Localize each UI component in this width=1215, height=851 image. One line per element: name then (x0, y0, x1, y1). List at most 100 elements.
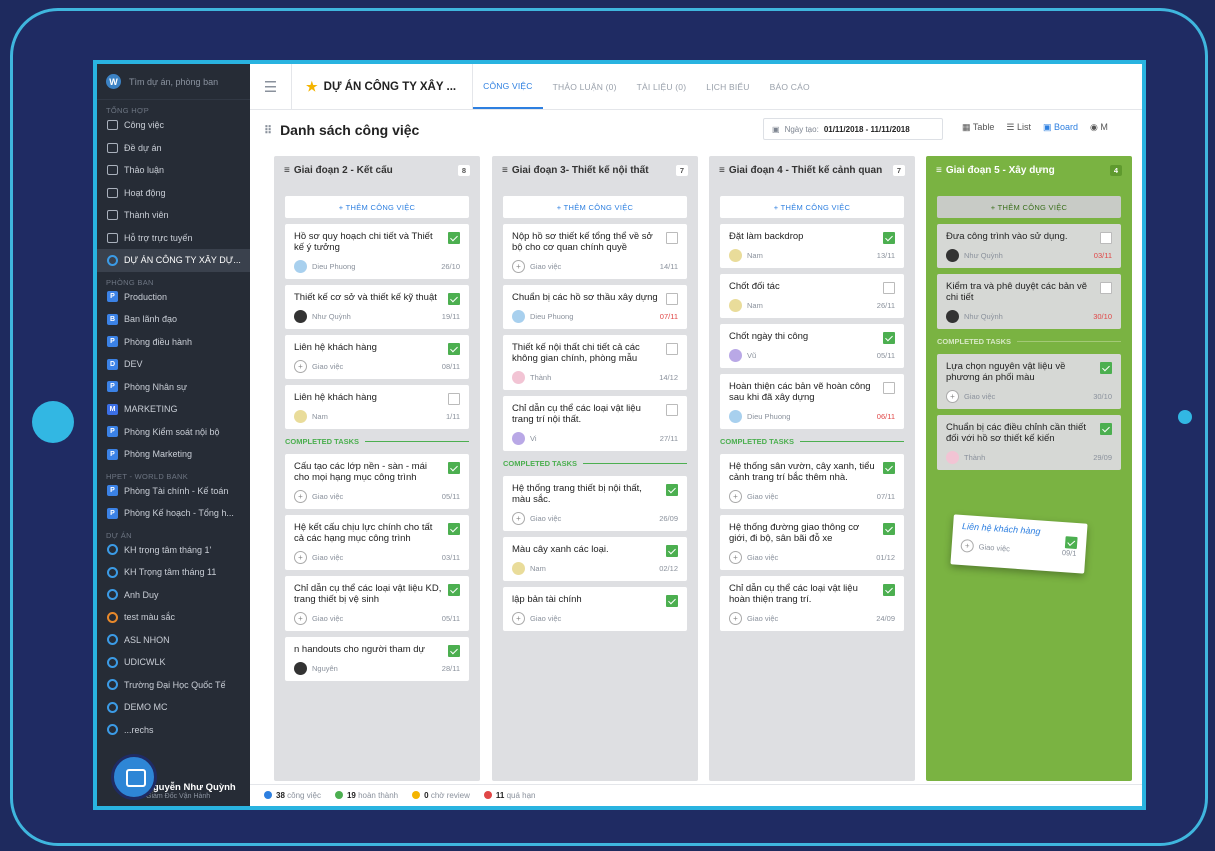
sidebar-item[interactable]: DỰ ÁN CÔNG TY XÂY DỰ... (97, 249, 250, 272)
task-card[interactable]: Hệ kết cấu chịu lực chính cho tất cả các… (285, 515, 469, 570)
assign-icon[interactable]: + (946, 390, 959, 403)
task-checkbox[interactable] (1100, 282, 1112, 294)
assign-icon[interactable]: + (512, 512, 525, 525)
task-checkbox[interactable] (448, 343, 460, 355)
assign-icon[interactable]: + (294, 360, 307, 373)
star-icon[interactable]: ★ (306, 79, 318, 95)
tab-tasks[interactable]: CÔNG VIỆC (473, 64, 543, 109)
task-checkbox[interactable] (883, 584, 895, 596)
sidebar-search[interactable]: W Tìm dự án, phòng ban (97, 64, 250, 100)
sidebar-item[interactable]: Công việc (97, 114, 250, 137)
task-checkbox[interactable] (666, 293, 678, 305)
sidebar-item[interactable]: Hoạt động (97, 182, 250, 205)
assign-icon[interactable]: + (512, 612, 525, 625)
task-card[interactable]: Chuẩn bị các điều chỉnh cần thiết đối vớ… (937, 415, 1121, 470)
task-card[interactable]: Chuẩn bị các hồ sơ thầu xây dựng Dieu Phu… (503, 285, 687, 329)
assign-icon[interactable]: + (294, 551, 307, 564)
assign-icon[interactable]: + (729, 612, 742, 625)
task-card[interactable]: Hồ sơ quy hoạch chi tiết và Thiết kế ý t… (285, 224, 469, 279)
sidebar-item[interactable]: P Production (97, 286, 250, 309)
task-checkbox[interactable] (1064, 536, 1078, 550)
dragging-card[interactable]: Liên hệ khách hàng + Giao việc 09/1 (950, 514, 1088, 574)
sidebar-item[interactable]: Anh Duy (97, 584, 250, 607)
task-checkbox[interactable] (448, 393, 460, 405)
task-card[interactable]: Kiểm tra và phê duyệt các bản vẽ chi tiế… (937, 274, 1121, 329)
sidebar-item[interactable]: Thành viên (97, 204, 250, 227)
sidebar-item[interactable]: DEMO MC (97, 696, 250, 719)
task-checkbox[interactable] (1100, 423, 1112, 435)
task-checkbox[interactable] (666, 595, 678, 607)
sidebar-item[interactable]: M MARKETING (97, 398, 250, 421)
task-card[interactable]: Chỉ dẫn cụ thể các loại vật liệu KD, tra… (285, 576, 469, 631)
task-checkbox[interactable] (1100, 362, 1112, 374)
sidebar-item[interactable]: KH Trọng tâm tháng 11 (97, 561, 250, 584)
task-card[interactable]: Chỉ dẫn cụ thể các loại vật liệu hoàn th… (720, 576, 904, 631)
sidebar-item[interactable]: P Phòng Nhân sự (97, 376, 250, 399)
tab-schedule[interactable]: LỊCH BIỂU (696, 64, 759, 109)
task-card[interactable]: Hệ thống trang thiết bị nội thất, màu sắ… (503, 476, 687, 531)
view-board[interactable]: ▣ Board (1043, 122, 1078, 133)
task-checkbox[interactable] (1100, 232, 1112, 244)
task-card[interactable]: Chỉ dẫn cụ thể các loại vật liệu trang t… (503, 396, 687, 451)
add-task-button[interactable]: + THÊM CÔNG VIỆC (937, 196, 1121, 218)
task-card[interactable]: Chốt đối tác Nam 26/11 (720, 274, 904, 318)
sidebar-item[interactable]: Hỗ trợ trực tuyến (97, 227, 250, 250)
view-list[interactable]: ☰ List (1006, 122, 1031, 133)
date-filter[interactable]: ▣ Ngày tạo: 01/11/2018 - 11/11/2018 (763, 118, 943, 140)
task-card[interactable]: Lựa chọn nguyên vật liệu về phương án ph… (937, 354, 1121, 409)
task-checkbox[interactable] (883, 282, 895, 294)
tab-documents[interactable]: TÀI LIỆU (0) (627, 64, 697, 109)
add-task-button[interactable]: + THÊM CÔNG VIỆC (720, 196, 904, 218)
sidebar-item[interactable]: P Phòng Marketing (97, 443, 250, 466)
sidebar-item[interactable]: Trường Đại Học Quốc Tế (97, 674, 250, 697)
task-checkbox[interactable] (448, 523, 460, 535)
task-card[interactable]: Cấu tạo các lớp nền - sàn - mái cho mọi … (285, 454, 469, 509)
task-checkbox[interactable] (448, 584, 460, 596)
task-checkbox[interactable] (883, 232, 895, 244)
task-card[interactable]: Liên hệ khách hàng + Giao việc 08/11 (285, 335, 469, 379)
sidebar-item[interactable]: test màu sắc (97, 606, 250, 629)
assign-icon[interactable]: + (512, 260, 525, 273)
assign-icon[interactable]: + (960, 538, 975, 553)
sidebar-item[interactable]: UDICWLK (97, 651, 250, 674)
task-checkbox[interactable] (666, 232, 678, 244)
chat-bubble-icon[interactable] (111, 754, 157, 800)
sidebar-item[interactable]: P Phòng Tài chính - Kế toán (97, 480, 250, 503)
task-card[interactable]: Đưa công trình vào sử dụng. Như Quỳnh 03/1… (937, 224, 1121, 268)
tab-reports[interactable]: BÁO CÁO (760, 64, 820, 109)
task-checkbox[interactable] (666, 545, 678, 557)
task-checkbox[interactable] (666, 343, 678, 355)
task-checkbox[interactable] (448, 293, 460, 305)
task-card[interactable]: Màu cây xanh các loại. Nam 02/12 (503, 537, 687, 581)
sidebar-item[interactable]: P Phòng Kiểm soát nội bộ (97, 421, 250, 444)
task-card[interactable]: Chốt ngày thi công Vũ 05/11 (720, 324, 904, 368)
task-checkbox[interactable] (448, 462, 460, 474)
sidebar-item[interactable]: ASL NHON (97, 629, 250, 652)
add-task-button[interactable]: + THÊM CÔNG VIỆC (503, 196, 687, 218)
task-card[interactable]: Thiết kế cơ sở và thiết kế kỹ thuật Như Q… (285, 285, 469, 329)
task-checkbox[interactable] (666, 404, 678, 416)
sidebar-item[interactable]: B Ban lãnh đạo (97, 308, 250, 331)
task-card[interactable]: Hệ thống đường giao thông cơ giới, đi bộ… (720, 515, 904, 570)
sidebar-item[interactable]: Đề dự án (97, 137, 250, 160)
menu-icon[interactable]: ☰ (250, 64, 292, 109)
task-card[interactable]: Thiết kế nội thất chi tiết cả các không … (503, 335, 687, 390)
task-checkbox[interactable] (883, 332, 895, 344)
tab-discussion[interactable]: THẢO LUẬN (0) (543, 64, 627, 109)
task-card[interactable]: n handouts cho người tham dự Nguyên 28/11 (285, 637, 469, 681)
sidebar-item[interactable]: P Phòng Kế hoạch - Tổng h... (97, 502, 250, 525)
task-checkbox[interactable] (883, 523, 895, 535)
sidebar-item[interactable]: KH trọng tâm tháng 1' (97, 539, 250, 562)
sidebar-item[interactable]: D DEV (97, 353, 250, 376)
task-card[interactable]: Hoàn thiện các bản vẽ hoàn công sau khi … (720, 374, 904, 429)
task-checkbox[interactable] (883, 462, 895, 474)
view-members[interactable]: ◉ M (1090, 122, 1108, 133)
task-checkbox[interactable] (448, 232, 460, 244)
task-card[interactable]: Nộp hồ sơ thiết kế tổng thể về sở bộ cho… (503, 224, 687, 279)
sidebar-item[interactable]: Thảo luận (97, 159, 250, 182)
task-checkbox[interactable] (666, 484, 678, 496)
task-checkbox[interactable] (448, 645, 460, 657)
assign-icon[interactable]: + (294, 612, 307, 625)
task-checkbox[interactable] (883, 382, 895, 394)
view-table[interactable]: ▦ Table (962, 122, 994, 133)
